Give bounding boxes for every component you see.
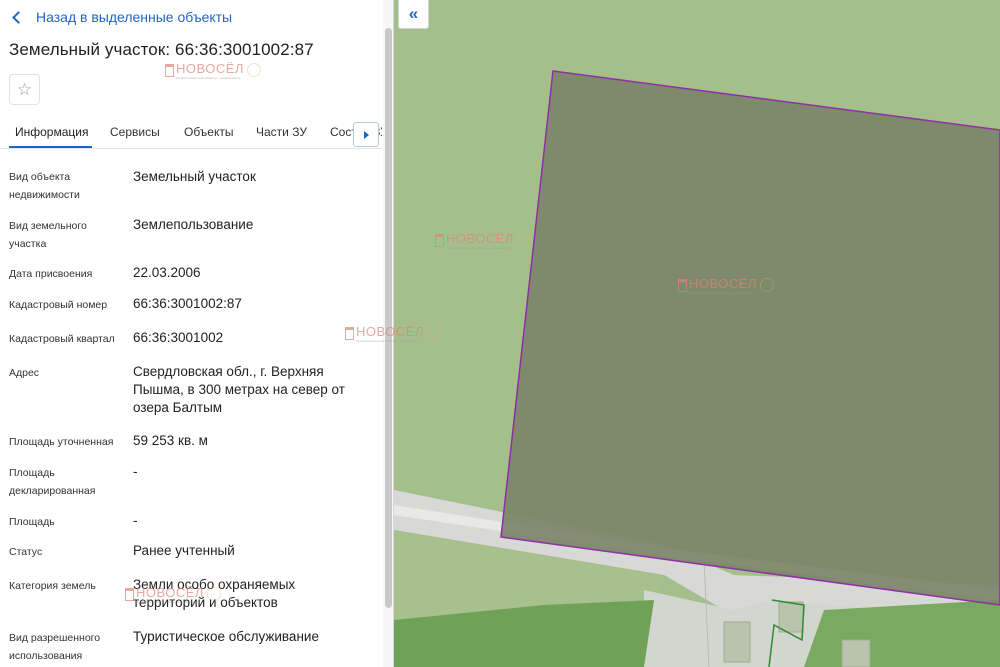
info-panel: Назад в выделенные объекты Земельный уча… <box>0 0 394 667</box>
detail-label: Дата присвоения <box>9 268 93 280</box>
double-chevron-left-icon: « <box>408 4 419 23</box>
selected-parcel[interactable] <box>500 70 1000 606</box>
tab-services[interactable]: Сервисы <box>110 125 160 139</box>
detail-label: Вид разрешенного использования <box>9 632 101 662</box>
tab-parcel-parts[interactable]: Части ЗУ <box>256 125 307 139</box>
favorite-button[interactable]: ☆ <box>9 74 40 105</box>
map-building <box>723 621 751 663</box>
detail-value: Земли особо охраняемых территорий и объе… <box>133 577 296 610</box>
detail-label: Кадастровый квартал <box>9 333 115 345</box>
detail-label: Площадь <box>9 516 55 528</box>
map-forest-right <box>804 600 1000 667</box>
detail-label: Площадь декларированная <box>9 467 96 497</box>
map-building <box>841 639 871 667</box>
back-link[interactable]: Назад в выделенные объекты <box>12 8 232 26</box>
detail-label: Вид земельного участка <box>9 220 87 250</box>
detail-value: 66:36:3001002:87 <box>133 296 242 311</box>
tab-bar: Информация Сервисы Объекты Части ЗУ Сост… <box>0 118 382 149</box>
map-building <box>778 601 804 633</box>
star-icon: ☆ <box>16 79 33 99</box>
detail-label: Адрес <box>9 367 40 379</box>
detail-value: Землепользование <box>133 217 254 232</box>
tabs-scroll-right-button[interactable] <box>353 122 379 147</box>
detail-value: Свердловская обл., г. Верхняя Пышма, в 3… <box>133 364 345 415</box>
detail-label: Вид объекта недвижимости <box>9 171 80 201</box>
detail-value: Туристическое обслуживание <box>133 629 319 644</box>
caret-right-icon <box>363 130 369 139</box>
detail-value: 66:36:3001002 <box>133 330 224 345</box>
page-title: Земельный участок: 66:36:3001002:87 <box>9 40 314 59</box>
back-link-label: Назад в выделенные объекты <box>36 9 233 25</box>
detail-value: 22.03.2006 <box>133 265 201 280</box>
map-view[interactable] <box>394 0 1000 667</box>
detail-value: - <box>133 464 138 479</box>
tab-objects[interactable]: Объекты <box>184 125 234 139</box>
detail-value: Ранее учтенный <box>133 543 235 558</box>
chevron-left-icon <box>12 10 25 24</box>
detail-label: Статус <box>9 546 43 558</box>
panel-scrollbar-thumb[interactable] <box>385 28 392 608</box>
collapse-panel-button[interactable]: « <box>398 0 429 29</box>
tab-information[interactable]: Информация <box>15 125 88 139</box>
detail-value: 59 253 кв. м <box>133 433 208 448</box>
detail-label: Площадь уточненная <box>9 436 114 448</box>
detail-value: Земельный участок <box>133 169 256 184</box>
detail-label: Кадастровый номер <box>9 299 108 311</box>
active-tab-indicator <box>9 146 92 148</box>
map-canvas[interactable] <box>394 0 1000 667</box>
detail-label: Категория земель <box>9 580 96 592</box>
detail-value: - <box>133 513 138 528</box>
